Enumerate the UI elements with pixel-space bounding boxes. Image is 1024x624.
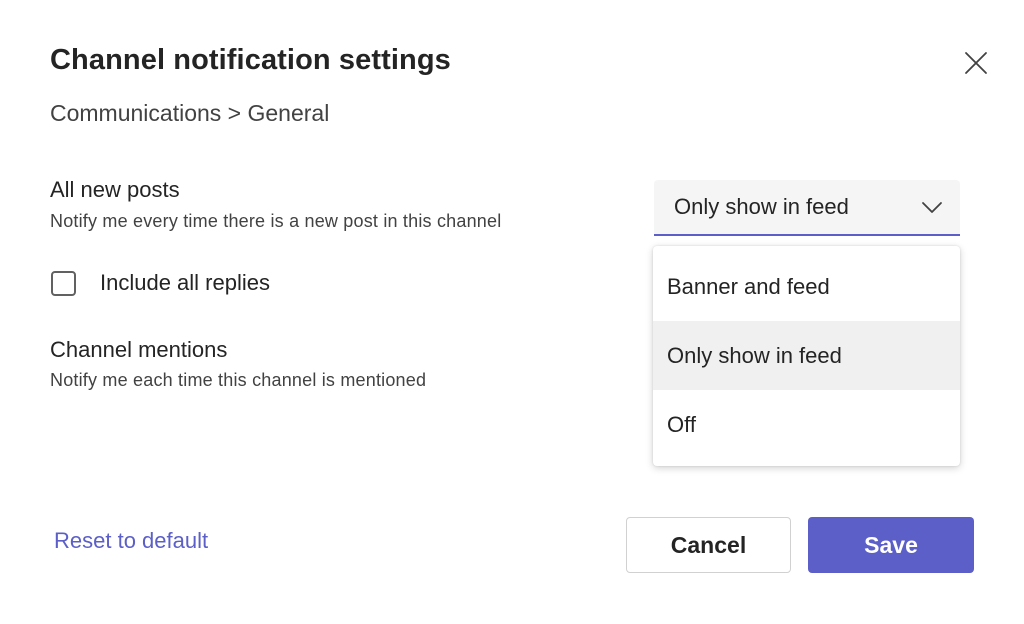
dropdown-menu: Banner and feed Only show in feed Off [653,246,960,466]
all-new-posts-title: All new posts [50,177,180,202]
option-off[interactable]: Off [653,390,960,459]
channel-mentions-title: Channel mentions [50,337,228,362]
close-button[interactable] [960,48,992,78]
notification-settings-dialog: Channel notification settings Communicat… [0,0,1024,624]
chevron-down-icon [920,199,944,217]
reset-to-default-link[interactable]: Reset to default [54,528,208,554]
cancel-button[interactable]: Cancel [626,517,791,573]
option-only-show-in-feed[interactable]: Only show in feed [653,321,960,390]
option-banner-and-feed[interactable]: Banner and feed [653,252,960,321]
include-all-replies-checkbox-row[interactable]: Include all replies [51,270,270,296]
close-icon [965,52,987,74]
breadcrumb: Communications > General [50,100,330,126]
include-all-replies-label: Include all replies [100,270,270,295]
dropdown-selected-value: Only show in feed [674,194,849,219]
all-new-posts-dropdown[interactable]: Only show in feed [654,180,960,236]
all-new-posts-description: Notify me every time there is a new post… [50,211,502,231]
dialog-title: Channel notification settings [50,44,451,76]
include-all-replies-checkbox[interactable] [51,270,76,296]
save-button[interactable]: Save [808,517,974,573]
channel-mentions-description: Notify me each time this channel is ment… [50,370,427,390]
